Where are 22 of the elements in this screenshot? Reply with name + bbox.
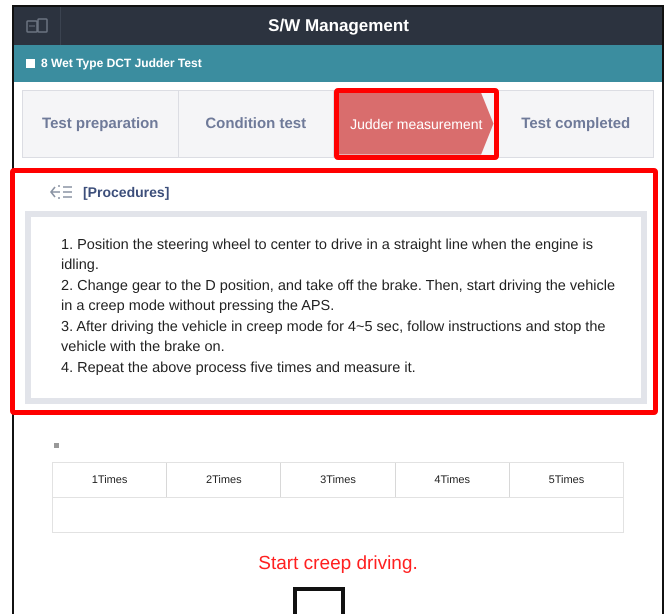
square-icon bbox=[26, 58, 35, 68]
status-message: Start creep driving. bbox=[257, 553, 419, 575]
bullet-icon bbox=[54, 443, 59, 448]
column-header: 4Times bbox=[396, 463, 510, 497]
step-tab[interactable]: Test preparation bbox=[23, 90, 178, 156]
column-header: 2Times bbox=[167, 463, 282, 497]
window-title: S/W Management bbox=[267, 16, 410, 36]
procedure-text: 2. Change gear to the D position, and take off the brake. Then, start driving the vehicle in a creep mode without pressing the APS. bbox=[61, 276, 616, 316]
outline-box bbox=[293, 587, 345, 614]
section-title: [Procedures] bbox=[83, 184, 170, 200]
column-header: 5Times bbox=[548, 473, 586, 488]
step-tab[interactable]: Judder measurement bbox=[339, 92, 494, 154]
column-header: 3Times bbox=[281, 463, 396, 497]
procedure-text: 4. Repeat the above process five times and measure it. bbox=[61, 358, 417, 378]
device-icon bbox=[26, 18, 48, 34]
test-title: 8 Wet Type DCT Judder Test bbox=[41, 56, 202, 70]
procedure-text: 3. After driving the vehicle in creep mode for 4~5 sec, follow instructions and stop the vehicle with the brake on. bbox=[61, 318, 606, 357]
step-tab[interactable]: Condition test bbox=[178, 90, 333, 156]
step-tab[interactable]: Test completed bbox=[498, 90, 653, 156]
list-icon bbox=[49, 182, 73, 200]
procedure-text: 1. Position the steering wheel to center to drive in a straight line when the engine is idling. bbox=[61, 236, 594, 275]
column-header: 1Times bbox=[53, 463, 168, 497]
